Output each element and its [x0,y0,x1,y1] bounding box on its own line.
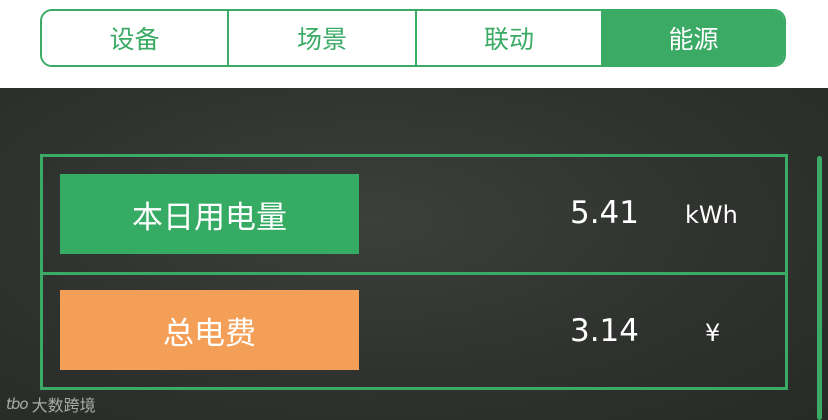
tab-automation[interactable]: 联动 [415,11,601,65]
daily-usage-row: 本日用电量 5.41 kWh [43,157,785,272]
tab-scenes[interactable]: 场景 [227,11,415,65]
scrollbar[interactable] [817,156,822,420]
tab-energy[interactable]: 能源 [601,11,784,65]
watermark-logo-icon: tbo [6,395,29,413]
tab-bar-area: 设备 场景 联动 能源 [0,0,828,88]
watermark-text: 大数跨境 [31,396,96,415]
tab-devices[interactable]: 设备 [42,11,227,65]
energy-panel: 本日用电量 5.41 kWh 总电费 3.14 ¥ [0,88,828,420]
total-cost-label: 总电费 [60,290,359,370]
total-cost-value: 3.14 [569,313,639,349]
daily-usage-label: 本日用电量 [60,174,359,254]
total-cost-unit: ¥ [705,319,721,347]
daily-usage-value: 5.41 [569,195,639,231]
watermark: tbo 大数跨境 [6,392,96,416]
total-cost-row: 总电费 3.14 ¥ [43,272,785,387]
energy-summary-card: 本日用电量 5.41 kWh 总电费 3.14 ¥ [40,154,788,390]
daily-usage-unit: kWh [685,201,738,229]
segmented-tab-control: 设备 场景 联动 能源 [40,9,786,67]
